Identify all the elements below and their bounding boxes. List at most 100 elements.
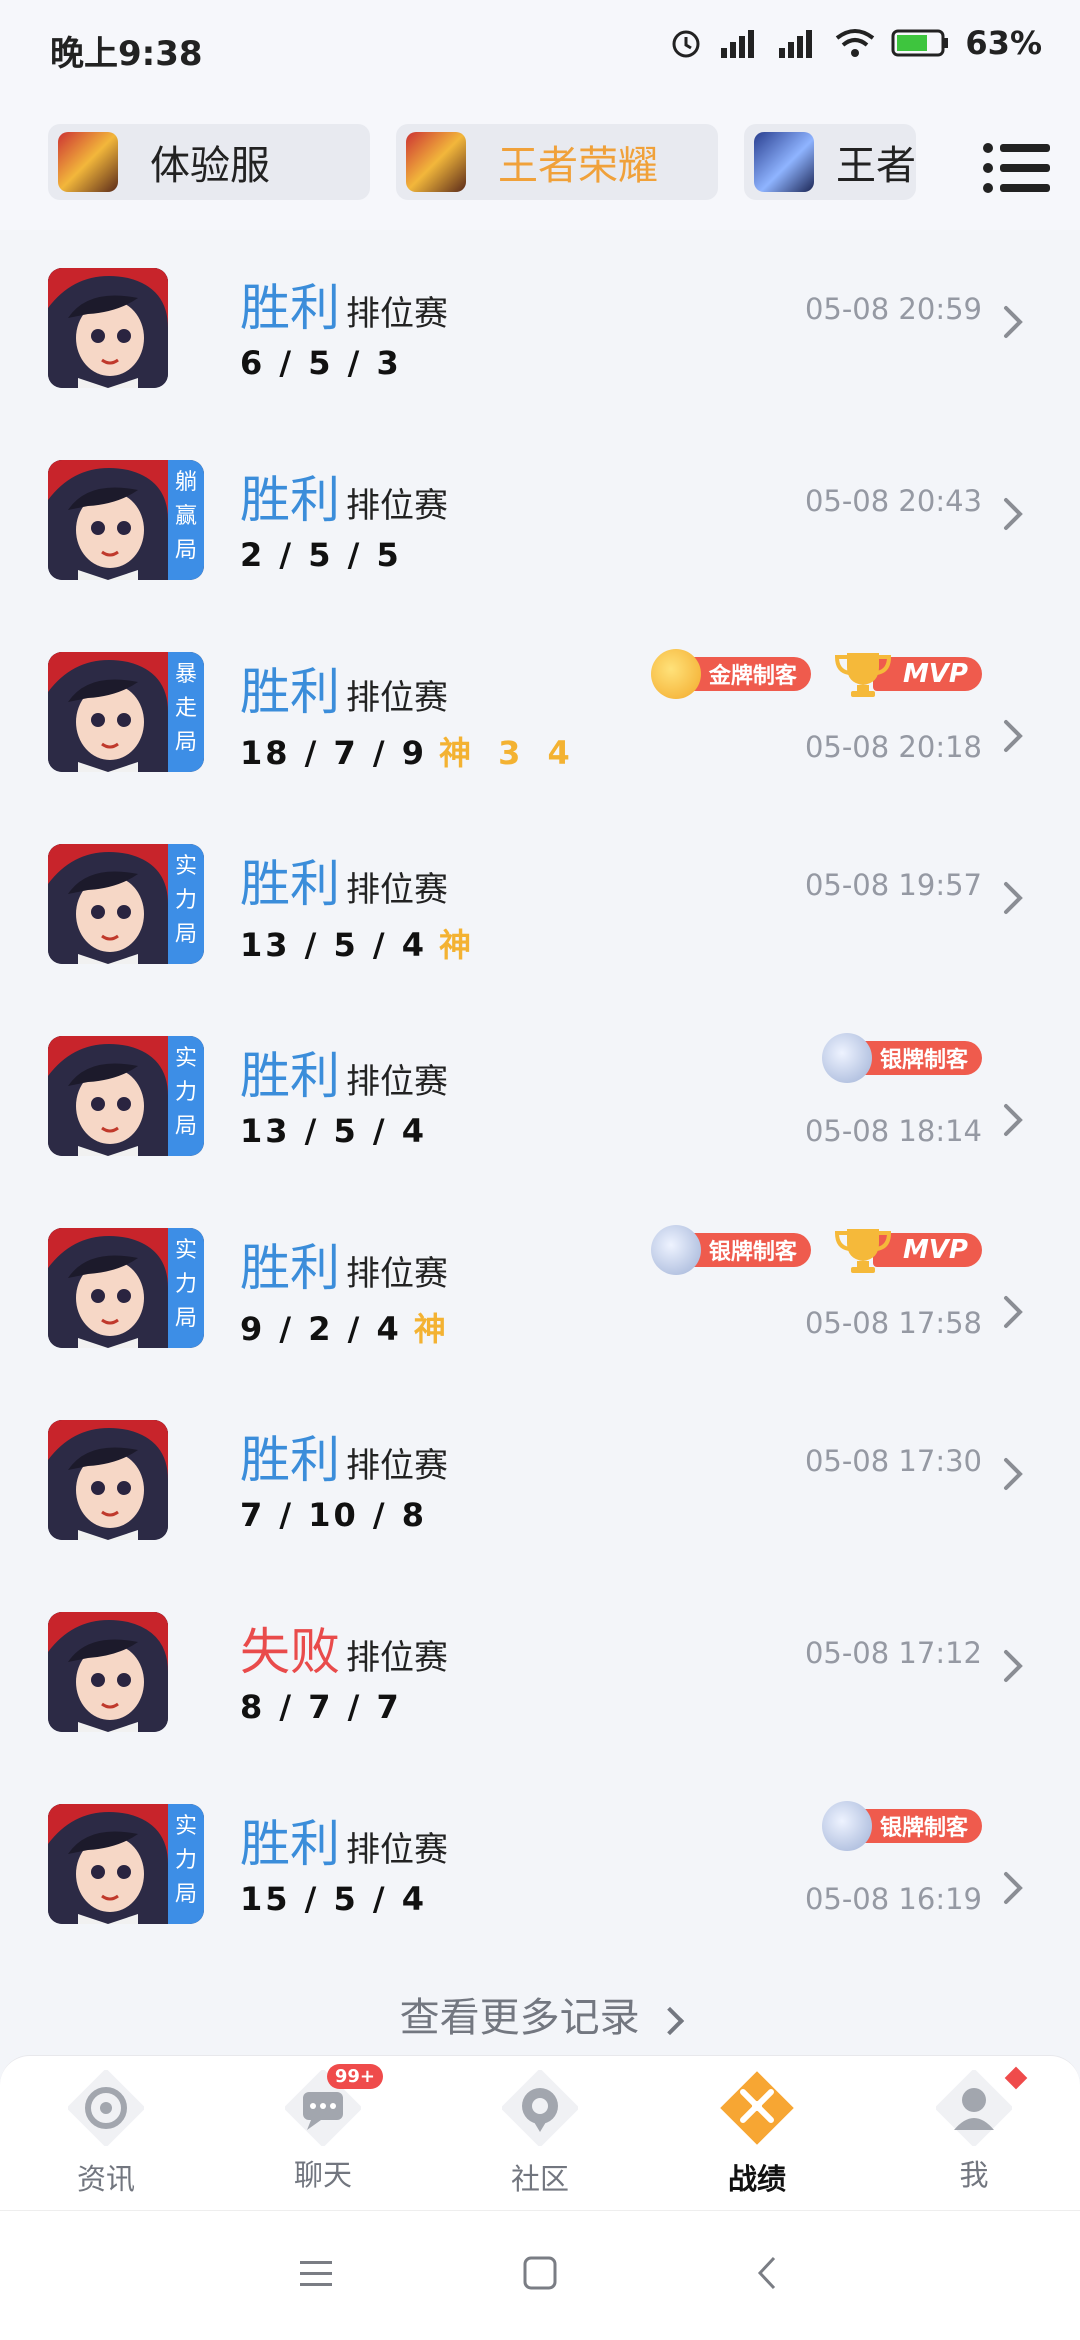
back-icon[interactable] [748,2253,788,2293]
chevron-right-icon [1004,498,1023,530]
hero-avatar: 实力局 [48,1804,204,1924]
match-row[interactable]: 实力局胜利 排位赛 13 / 5 / 4 银牌制客 05-08 18:14 [0,998,1080,1190]
match-row[interactable]: 胜利 排位赛 7 / 10 / 8 05-08 17:30 [0,1382,1080,1574]
match-row[interactable]: 实力局胜利 排位赛 15 / 5 / 4 银牌制客 05-08 16:19 [0,1766,1080,1958]
mvp-badge: MVP [833,1228,982,1273]
chevron-right-icon [1004,306,1023,338]
silver-badge: 银牌制客 [821,1801,982,1851]
silver-badge: 银牌制客 [821,1033,982,1083]
achievement-marks: 神 [413,1310,454,1348]
match-row[interactable]: 胜利 排位赛 6 / 5 / 3 05-08 20:59 [0,230,1080,422]
kda-stats: 9 / 2 / 4 神 [240,1304,454,1350]
chevron-right-icon [1004,720,1023,752]
bottom-nav: 资讯 99+ 聊天 社区 战绩 我 [0,2055,1080,2210]
match-type-tag: 躺赢局 [168,460,204,580]
mvp-badge: MVP [833,652,982,697]
tag-char: 躺 [174,470,197,495]
hero-avatar: 实力局 [48,844,204,964]
match-mode: 排位赛 [346,870,448,910]
hero-avatar: 实力局 [48,1228,204,1348]
match-type-tag: 实力局 [168,1036,204,1156]
tag-char: 局 [174,1882,197,1907]
match-record-list: 胜利 排位赛 6 / 5 / 3 05-08 20:59 躺赢局胜利 排位赛 2 / 5 /… [0,230,1080,2050]
unread-badge: 99+ [326,2064,383,2089]
game-logo-icon [58,132,118,192]
hero-portrait-icon [48,460,168,580]
hero-portrait-icon [48,844,168,964]
nav-label: 资讯 [76,2162,135,2196]
tab-third-game[interactable]: 王者 [744,124,916,200]
kda-value: 15 / 5 / 4 [240,1880,427,1918]
tab-test-server[interactable]: 体验服 [48,124,370,200]
battery-percent: 63% [965,24,1042,62]
signal-icon-2 [779,30,813,58]
match-row[interactable]: 躺赢局胜利 排位赛 2 / 5 / 5 05-08 20:43 [0,422,1080,614]
menu-list-icon[interactable] [982,140,1052,196]
tag-char: 局 [174,730,197,755]
achievement-marks: 神 3 4 [439,734,578,772]
wifi-icon [836,29,875,57]
view-more-label: 查看更多记录 [399,1995,640,2041]
match-time: 05-08 17:58 [804,1306,982,1340]
nav-chat[interactable]: 99+ 聊天 [233,2064,413,2200]
match-time: 05-08 20:59 [804,292,982,326]
tag-char: 力 [174,1080,197,1105]
match-time: 05-08 17:12 [804,1636,982,1670]
game-logo-icon [406,132,466,192]
tag-char: 局 [174,1114,197,1139]
medal-star-icon [821,1033,872,1083]
battle-record-icon [720,2071,794,2145]
kda-value: 2 / 5 / 5 [240,536,402,574]
match-result: 胜利 [240,1815,340,1873]
hero-portrait-icon [48,1804,168,1924]
achievement-marks: 神 [439,926,480,964]
medal-star-icon [650,649,701,699]
alarm-icon [672,30,700,58]
match-row[interactable]: 暴走局胜利 排位赛 18 / 7 / 9神 3 4 金牌制客 MVP 05-08 20:1… [0,614,1080,806]
match-time: 05-08 17:30 [804,1444,982,1478]
match-mode: 排位赛 [346,1830,448,1870]
tab-label: 王者荣耀 [498,143,658,189]
honor-badges: 银牌制客 [821,1801,982,1851]
hero-avatar: 暴走局 [48,652,204,772]
chevron-right-icon [1004,1296,1023,1328]
hero-portrait-icon [48,1612,168,1732]
trophy-icon [834,1229,891,1273]
match-mode: 排位赛 [346,294,448,334]
hero-avatar: 实力局 [48,1036,204,1156]
nav-battle-record[interactable]: 战绩 [667,2070,847,2200]
chevron-right-icon [656,2006,685,2036]
match-result: 胜利 [240,855,340,913]
kda-stats: 6 / 5 / 3 [240,344,402,382]
match-result: 失败 [240,1623,340,1681]
tag-char: 实 [174,1814,197,1839]
kda-stats: 2 / 5 / 5 [240,536,402,574]
match-mode: 排位赛 [346,486,448,526]
kda-stats: 18 / 7 / 9 神 3 4 [240,728,578,774]
hero-portrait-icon [48,268,168,388]
match-mode: 排位赛 [346,1062,448,1102]
silver-badge: 银牌制客 [650,1225,811,1275]
view-more-link[interactable]: 查看更多记录 [0,1985,1080,2043]
honor-badges: 银牌制客 [821,1033,982,1083]
nav-community[interactable]: 社区 [450,2068,630,2200]
nav-label: 战绩 [727,2162,786,2196]
tab-honor-of-kings[interactable]: 王者荣耀 [396,124,718,200]
nav-news[interactable]: 资讯 [16,2068,196,2200]
match-mode: 排位赛 [346,1254,448,1294]
kda-value: 13 / 5 / 4 [240,1112,427,1150]
match-type-tag: 实力局 [168,1228,204,1348]
status-icons: 63% [669,24,1042,62]
tab-label: 体验服 [150,143,270,189]
match-result: 胜利 [240,471,340,529]
chevron-right-icon [1004,882,1023,914]
match-time: 05-08 20:18 [804,730,982,764]
recent-apps-icon[interactable] [296,2253,336,2293]
match-row[interactable]: 实力局胜利 排位赛 13 / 5 / 4 神 05-08 19:57 [0,806,1080,998]
home-icon[interactable] [520,2253,560,2293]
match-row[interactable]: 失败 排位赛 8 / 7 / 7 05-08 17:12 [0,1574,1080,1766]
honor-badges: 银牌制客 MVP [650,1225,982,1275]
match-row[interactable]: 实力局胜利 排位赛 9 / 2 / 4 神银牌制客 MVP 05-08 17:58 [0,1190,1080,1382]
hero-portrait-icon [48,1420,168,1540]
nav-profile[interactable]: 我 [884,2066,1064,2200]
